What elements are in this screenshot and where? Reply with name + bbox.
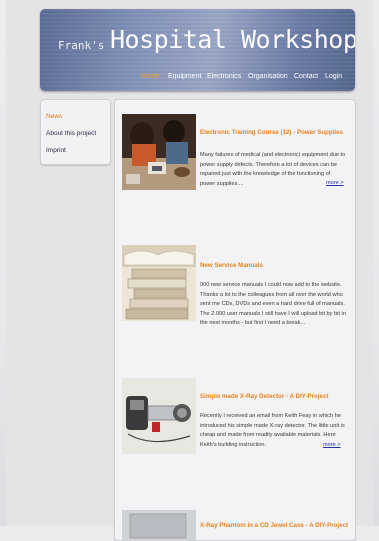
article-image-xray-phantom[interactable] xyxy=(122,510,196,540)
nav-equipment[interactable]: Equipment xyxy=(168,73,201,80)
read-more-link[interactable]: more > xyxy=(326,180,344,186)
read-more-link[interactable]: more > xyxy=(323,442,341,448)
sidebar-item-imprint[interactable]: Imprint xyxy=(46,147,66,154)
article-line: the next months - but first I need a bre… xyxy=(200,320,306,327)
logo-small-text: Frank's xyxy=(58,39,105,52)
article-title[interactable]: New Service Manuals xyxy=(200,262,263,269)
article-text: 900 new service manuals I could now add … xyxy=(200,281,348,329)
article-line: introduced his simple made X-ray detecto… xyxy=(200,422,345,429)
main-nav: Home Equipment Electronics Organisation … xyxy=(40,73,355,87)
article-line: Thanks a lot to the colleagues from all … xyxy=(200,291,343,298)
article-image-xray-detector[interactable] xyxy=(122,378,196,454)
nav-home[interactable]: Home xyxy=(141,73,160,80)
site-title: Hospital Workshop xyxy=(110,25,355,54)
article-line: The 2.000 user manuals I still have I wi… xyxy=(200,310,346,317)
article-line: sent me CDs, DVDs and even a hard drive … xyxy=(200,301,345,308)
article-line: Many failures of medical (and electronic… xyxy=(200,152,346,158)
sidebar-item-news[interactable]: News xyxy=(46,113,62,120)
sidebar-item-about[interactable]: About this project xyxy=(46,130,96,137)
article-line: 900 new service manuals I could now add … xyxy=(200,282,342,288)
news-list: Electronic Training Course (12) - Power … xyxy=(114,99,356,541)
article-line: cheap and made from readily available ma… xyxy=(200,432,336,439)
article-line: Recently I received an email from Keith … xyxy=(200,413,341,419)
nav-contact[interactable]: Contact xyxy=(294,73,318,80)
article-title[interactable]: Simple made X-Ray Detector - A DIY-Proje… xyxy=(200,393,328,400)
sidebar: News About this project Imprint xyxy=(40,99,111,165)
article-image-training[interactable] xyxy=(122,114,196,190)
article-title[interactable]: Electronic Training Course (12) - Power … xyxy=(200,129,343,136)
article-line: power supply defects. Therefore a lot of… xyxy=(200,161,338,168)
nav-login[interactable]: Login xyxy=(325,73,342,80)
article-line: repaired just with the knowledge of the … xyxy=(200,171,331,178)
site-header: Frank's Hospital Workshop Home Equipment… xyxy=(40,9,355,91)
article-image-manuals[interactable] xyxy=(122,245,196,321)
nav-electronics[interactable]: Electronics xyxy=(207,73,241,80)
nav-organisation[interactable]: Organisation xyxy=(248,73,288,80)
